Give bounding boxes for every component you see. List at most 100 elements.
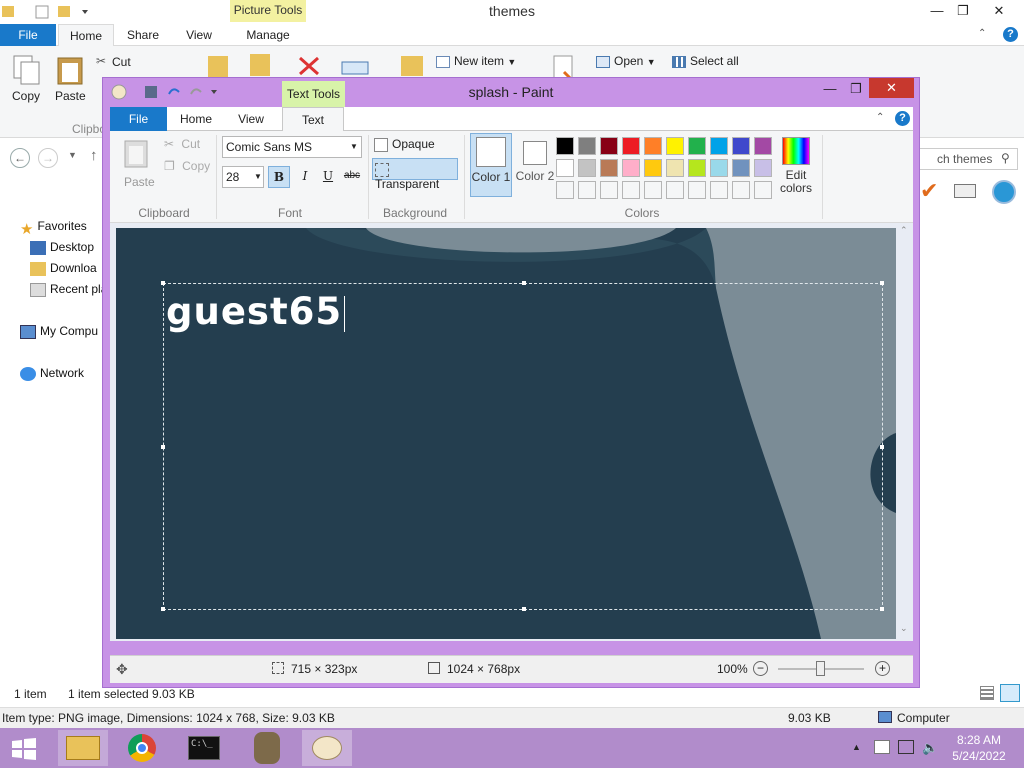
tab-file[interactable]: File	[0, 24, 56, 46]
font-size-select[interactable]: 28 ▼	[222, 166, 264, 188]
details-view-icon[interactable]	[980, 686, 994, 700]
user-taskbar-icon[interactable]	[242, 730, 292, 766]
italic-button[interactable]: I	[294, 166, 316, 188]
resize-handle[interactable]	[522, 607, 526, 611]
scroll-down-icon[interactable]: ⌄	[900, 623, 908, 634]
paint-taskbar-icon[interactable]	[302, 730, 352, 766]
organize-icons[interactable]	[208, 52, 288, 80]
custom-color-swatch[interactable]	[666, 181, 684, 199]
custom-color-swatch[interactable]	[622, 181, 640, 199]
globe-icon[interactable]	[992, 180, 1016, 204]
color-swatch[interactable]	[556, 159, 574, 177]
nav-recent-places[interactable]: Recent pla	[30, 279, 107, 299]
color-swatch[interactable]	[688, 137, 706, 155]
large-icons-view-icon[interactable]	[1000, 684, 1020, 702]
custom-color-swatch[interactable]	[600, 181, 618, 199]
nav-downloads[interactable]: Downloa	[30, 258, 97, 278]
resize-handle[interactable]	[880, 445, 884, 449]
paint-maximize-button[interactable]: ❐	[841, 78, 871, 100]
color-swatch[interactable]	[622, 159, 640, 177]
custom-color-swatch[interactable]	[556, 181, 574, 199]
color-swatch[interactable]	[578, 159, 596, 177]
color-swatch[interactable]	[600, 137, 618, 155]
delete-rename-icons[interactable]	[296, 54, 376, 76]
close-button[interactable]: ✕	[984, 0, 1014, 22]
text-selection-box[interactable]: guest65	[161, 281, 884, 611]
color-swatch[interactable]	[666, 137, 684, 155]
paint-cut-button[interactable]: ✂ Cut	[164, 137, 200, 151]
resize-handle[interactable]	[522, 281, 526, 285]
maximize-button[interactable]: ❐	[948, 0, 978, 22]
resize-handle[interactable]	[161, 445, 165, 449]
color-swatch[interactable]	[754, 159, 772, 177]
underline-button[interactable]: U	[317, 166, 339, 188]
transparent-option[interactable]: Transparent	[372, 158, 458, 191]
color-swatch[interactable]	[600, 159, 618, 177]
explorer-taskbar-icon[interactable]	[58, 730, 108, 766]
select-all-button[interactable]: Select all	[672, 54, 739, 68]
tab-home[interactable]: Home	[58, 24, 114, 46]
zoom-out-button[interactable]: −	[753, 661, 768, 676]
chrome-taskbar-icon[interactable]	[118, 730, 168, 766]
color-swatch[interactable]	[644, 159, 662, 177]
custom-color-swatch[interactable]	[644, 181, 662, 199]
collapse-ribbon-icon[interactable]: ⌃	[978, 28, 986, 39]
custom-color-swatch[interactable]	[710, 181, 728, 199]
resize-handle[interactable]	[161, 281, 165, 285]
paint-help-icon[interactable]: ?	[895, 111, 910, 126]
zoom-in-button[interactable]: +	[875, 661, 890, 676]
up-icon[interactable]: ↑	[90, 147, 98, 164]
vertical-scrollbar[interactable]: ⌃ ⌄	[898, 223, 912, 641]
color-swatch[interactable]	[732, 137, 750, 155]
paint-copy-button[interactable]: ❐ Copy	[164, 159, 210, 173]
color1-picker[interactable]: Color 1	[470, 133, 512, 197]
resize-handle[interactable]	[161, 607, 165, 611]
paint-tab-file[interactable]: File	[110, 107, 167, 131]
paste-button[interactable]: Paste	[55, 89, 86, 103]
zoom-slider-thumb[interactable]	[816, 661, 825, 676]
nav-desktop[interactable]: Desktop	[30, 237, 94, 257]
cut-button[interactable]: Cut	[112, 55, 131, 69]
color-swatch[interactable]	[754, 137, 772, 155]
edit-colors-button[interactable]: Edit colors	[776, 137, 816, 203]
color-swatch[interactable]	[710, 137, 728, 155]
network-tray-icon[interactable]	[898, 740, 914, 754]
color-swatch[interactable]	[644, 137, 662, 155]
action-center-icon[interactable]	[874, 740, 890, 754]
color-swatch[interactable]	[666, 159, 684, 177]
clock[interactable]: 8:28 AM 5/24/2022	[944, 732, 1014, 764]
image-canvas[interactable]: guest65	[116, 228, 896, 639]
paint-collapse-ribbon-icon[interactable]: ⌃	[876, 112, 884, 123]
tab-manage[interactable]: Manage	[236, 24, 300, 46]
color-swatch[interactable]	[622, 137, 640, 155]
open-button[interactable]: Open ▼	[596, 54, 656, 68]
nav-my-computer[interactable]: My Compu	[20, 321, 98, 341]
bold-button[interactable]: B	[268, 166, 290, 188]
resize-handle[interactable]	[880, 607, 884, 611]
color-swatch[interactable]	[688, 159, 706, 177]
cmd-taskbar-icon[interactable]: C:\_	[180, 730, 230, 766]
checkmark-icon[interactable]: ✔	[920, 178, 938, 204]
custom-color-swatch[interactable]	[754, 181, 772, 199]
custom-color-swatch[interactable]	[688, 181, 706, 199]
new-item-button[interactable]: New item ▼	[436, 54, 516, 68]
custom-color-swatch[interactable]	[732, 181, 750, 199]
color-swatch[interactable]	[732, 159, 750, 177]
paint-paste-button[interactable]: Paste	[124, 175, 155, 189]
tab-view[interactable]: View	[176, 24, 222, 46]
paint-tab-view[interactable]: View	[226, 107, 276, 131]
font-family-select[interactable]: Comic Sans MS ▼	[222, 136, 362, 158]
resize-handle[interactable]	[880, 281, 884, 285]
back-icon[interactable]: ←	[10, 148, 30, 168]
strikethrough-button[interactable]: abc	[340, 166, 364, 188]
scroll-up-icon[interactable]: ⌃	[900, 225, 908, 236]
recent-locations-icon[interactable]: ▼	[68, 150, 77, 160]
copy-button[interactable]: Copy	[12, 89, 40, 103]
preview-pane-icon[interactable]	[954, 184, 976, 198]
color-swatch[interactable]	[710, 159, 728, 177]
nav-favorites[interactable]: ★ Favorites	[20, 216, 87, 238]
canvas-text[interactable]: guest65	[166, 290, 346, 333]
volume-muted-icon[interactable]: 🔈	[922, 740, 938, 756]
help-icon[interactable]: ?	[1003, 27, 1018, 42]
color2-picker[interactable]: Color 2	[515, 133, 555, 197]
